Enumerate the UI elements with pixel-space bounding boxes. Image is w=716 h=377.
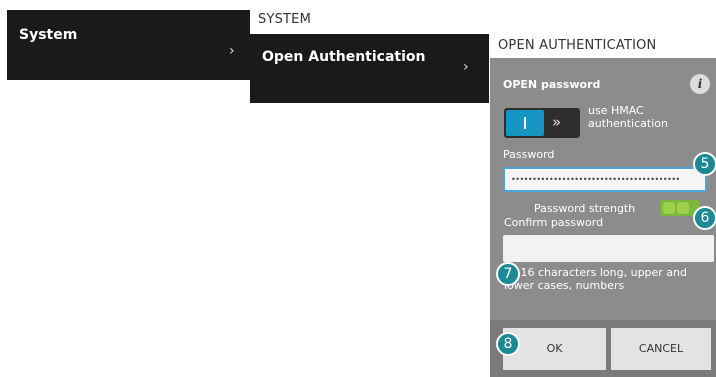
callout-badge-5: 5	[693, 152, 716, 176]
password-label: Password	[503, 148, 555, 161]
confirm-password-label: Confirm password	[504, 216, 604, 229]
menu-item-open-authentication-label: Open Authentication	[262, 49, 426, 65]
confirm-password-input[interactable]	[503, 235, 714, 262]
cancel-button[interactable]: CANCEL	[611, 328, 711, 370]
hmac-toggle[interactable]: »	[504, 108, 580, 138]
open-authentication-panel: OPEN password i » use HMAC authenticatio…	[490, 58, 716, 377]
password-strength-label: Password strength	[534, 202, 636, 215]
strength-segment	[663, 202, 675, 214]
double-chevron-icon: »	[552, 113, 562, 131]
password-hint: *5-16 characters long, upper and lower c…	[504, 266, 688, 292]
info-icon[interactable]: i	[690, 74, 710, 94]
settings-form: OPEN password i » use HMAC authenticatio…	[490, 58, 716, 320]
callout-badge-7: 7	[496, 262, 520, 286]
open-password-heading: OPEN password	[503, 78, 601, 91]
chevron-right-icon: ›	[229, 43, 235, 59]
toggle-knob	[506, 110, 544, 136]
callout-badge-8: 8	[496, 332, 520, 356]
strength-segment	[677, 202, 689, 214]
password-input[interactable]: ••••••••••••••••••••••••••••••••••••••••	[503, 167, 707, 192]
system-column-title: SYSTEM	[258, 12, 312, 27]
menu-item-system-label: System	[19, 27, 78, 43]
chevron-right-icon: ›	[463, 59, 469, 75]
menu-item-open-authentication[interactable]: Open Authentication ›	[250, 34, 489, 103]
button-bar: OK CANCEL	[490, 320, 716, 377]
menu-item-system[interactable]: System ›	[7, 10, 250, 80]
callout-badge-6: 6	[693, 206, 716, 230]
hmac-toggle-label: use HMAC authentication	[588, 104, 668, 130]
open-authentication-title: OPEN AUTHENTICATION	[498, 38, 657, 53]
